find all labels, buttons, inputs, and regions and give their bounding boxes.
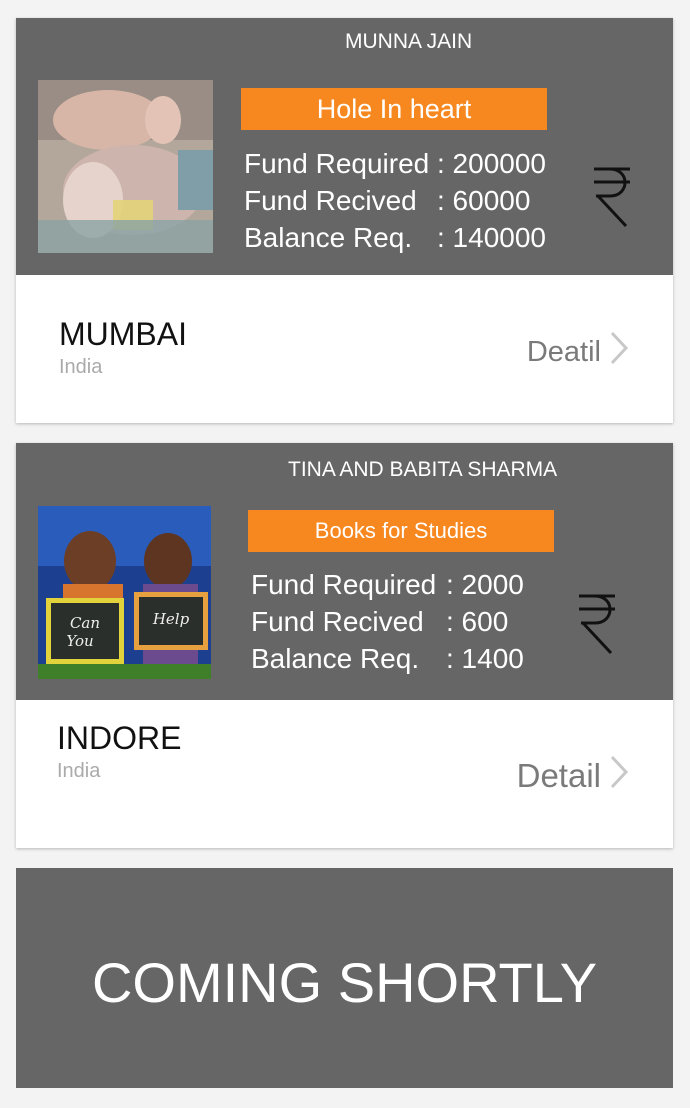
cause-badge: Books for Studies bbox=[248, 510, 554, 552]
balance-row: Balance Req. : 140000 bbox=[244, 224, 546, 252]
sign-text-left: Can bbox=[70, 614, 100, 632]
beneficiary-name: MUNNA JAIN bbox=[345, 30, 473, 53]
fund-received-label: Fund Recived bbox=[244, 185, 417, 216]
balance-value: : 140000 bbox=[437, 222, 546, 253]
card-footer[interactable]: MUMBAI India Deatil bbox=[16, 275, 673, 423]
beneficiary-photo: Can You Help bbox=[38, 506, 211, 679]
fund-received-label: Fund Recived bbox=[251, 606, 424, 637]
balance-label: Balance Req. bbox=[244, 222, 413, 253]
beneficiary-name: TINA AND BABITA SHARMA bbox=[288, 458, 558, 481]
detail-link[interactable]: Deatil bbox=[527, 331, 629, 373]
fund-received-value: : 600 bbox=[446, 606, 509, 637]
rupee-icon bbox=[577, 593, 617, 655]
fund-required-row: Fund Required: 200000 bbox=[244, 150, 546, 178]
city-label: INDORE bbox=[57, 720, 182, 756]
country-label: India bbox=[57, 760, 101, 782]
fund-required-value: : 2000 bbox=[446, 569, 524, 600]
coming-shortly-panel: COMING SHORTLY bbox=[16, 868, 673, 1088]
cause-label: Hole In heart bbox=[316, 93, 472, 124]
fund-required-label: Fund Required bbox=[244, 148, 430, 179]
detail-label: Detail bbox=[516, 757, 601, 794]
beneficiary-photo bbox=[38, 80, 213, 253]
chevron-right-icon bbox=[609, 755, 629, 797]
country-label: India bbox=[59, 356, 103, 378]
fund-received-row: Fund Recived : 600 bbox=[251, 608, 508, 636]
chevron-right-icon bbox=[609, 331, 629, 373]
beneficiary-card: MUNNA JAIN Hole In heart Fund Required: … bbox=[16, 18, 673, 423]
beneficiary-card: TINA AND BABITA SHARMA Can You Help Book… bbox=[16, 443, 673, 848]
balance-row: Balance Req. : 1400 bbox=[251, 645, 524, 673]
detail-label: Deatil bbox=[526, 335, 601, 368]
fund-received-value: : 60000 bbox=[437, 185, 531, 216]
balance-label: Balance Req. bbox=[251, 643, 420, 674]
fund-received-row: Fund Recived : 60000 bbox=[244, 187, 530, 215]
fund-required-label: Fund Required bbox=[251, 569, 437, 600]
cause-badge: Hole In heart bbox=[241, 88, 547, 130]
card-header: MUNNA JAIN Hole In heart Fund Required: … bbox=[16, 18, 673, 275]
rupee-icon bbox=[592, 166, 632, 228]
balance-value: : 1400 bbox=[446, 643, 524, 674]
detail-link[interactable]: Detail bbox=[517, 755, 629, 797]
city-label: MUMBAI bbox=[59, 316, 187, 352]
sign-text-right: Help bbox=[152, 610, 190, 628]
fund-required-row: Fund Required : 2000 bbox=[251, 571, 524, 599]
card-header: TINA AND BABITA SHARMA Can You Help Book… bbox=[16, 443, 673, 700]
fund-required-value: : 200000 bbox=[437, 148, 546, 179]
cause-label: Books for Studies bbox=[314, 518, 488, 543]
svg-text:You: You bbox=[66, 632, 93, 650]
coming-shortly-text: COMING SHORTLY bbox=[91, 951, 598, 1014]
card-footer[interactable]: INDORE India Detail bbox=[16, 700, 673, 848]
